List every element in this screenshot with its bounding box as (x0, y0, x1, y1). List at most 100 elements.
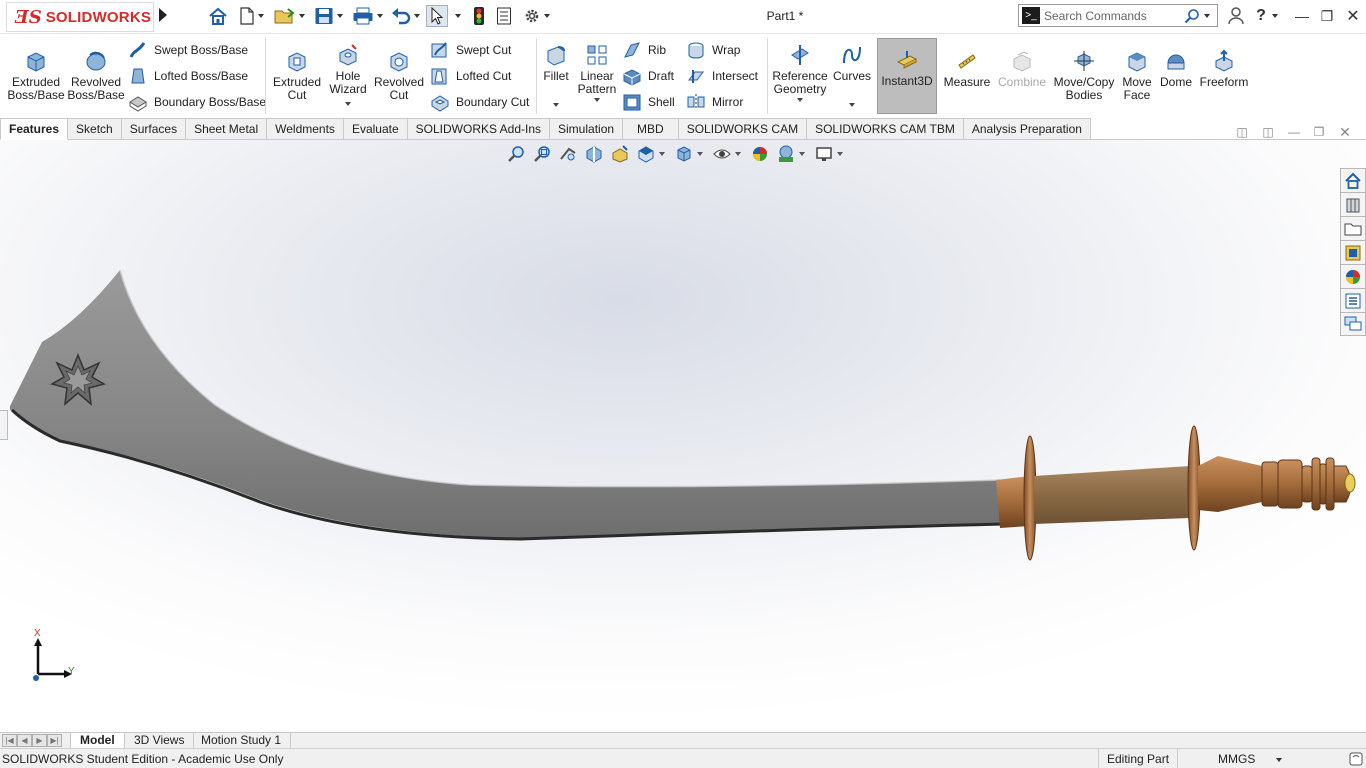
section-view-button[interactable] (583, 144, 605, 164)
tab-analysis-preparation[interactable]: Analysis Preparation (963, 118, 1091, 140)
display-style-button[interactable] (673, 144, 695, 164)
search-commands-box[interactable]: >_ (1018, 4, 1218, 27)
display-style-dropdown-icon[interactable] (697, 152, 703, 156)
view-palette-tab[interactable] (1340, 240, 1366, 264)
tab-model[interactable]: Model (70, 733, 125, 749)
edit-appearance-button[interactable] (749, 144, 771, 164)
apply-scene-button[interactable] (775, 144, 797, 164)
view-settings-dropdown-icon[interactable] (837, 152, 843, 156)
apply-scene-dropdown-icon[interactable] (799, 152, 805, 156)
wrap-button[interactable]: Wrap (686, 40, 740, 60)
home-button[interactable] (206, 5, 230, 27)
menu-expand-arrow-icon[interactable] (159, 8, 167, 22)
extruded-cut-button[interactable]: Extruded Cut (270, 48, 324, 102)
print-button[interactable] (349, 5, 385, 27)
boundary-cut-button[interactable]: Boundary Cut (430, 92, 529, 112)
tab-sketch[interactable]: Sketch (68, 118, 122, 140)
sword-model[interactable] (0, 140, 1366, 732)
view-orientation-dropdown-icon[interactable] (659, 152, 665, 156)
restore-window-button[interactable]: ❐ (1317, 6, 1337, 26)
search-commands-input[interactable] (1044, 8, 1184, 23)
measure-button[interactable]: Measure (942, 48, 992, 89)
new-document-button[interactable] (234, 5, 268, 27)
reference-geometry-dropdown-icon[interactable] (797, 98, 803, 102)
linear-pattern-button[interactable]: Linear Pattern (576, 42, 618, 102)
tab-evaluate[interactable]: Evaluate (343, 118, 408, 140)
solidworks-forum-tab[interactable] (1340, 312, 1366, 336)
fillet-button[interactable]: Fillet (538, 42, 574, 107)
tab-motion-study-1[interactable]: Motion Study 1 (192, 733, 292, 749)
previous-tab-icon[interactable]: ◀ (17, 734, 32, 747)
extruded-boss-button[interactable]: Extruded Boss/Base (7, 48, 65, 102)
curves-dropdown-icon[interactable] (849, 103, 855, 107)
feature-manager-expand-handle[interactable] (0, 410, 8, 440)
revolved-boss-button[interactable]: Revolved Boss/Base (67, 48, 125, 102)
tab-sheet-metal[interactable]: Sheet Metal (186, 118, 268, 140)
view-orientation-button[interactable] (635, 144, 657, 164)
appearances-scenes-tab[interactable] (1340, 264, 1366, 288)
swept-boss-button[interactable]: Swept Boss/Base (128, 40, 248, 60)
quick-tips-button[interactable] (1348, 751, 1364, 767)
open-button[interactable] (271, 5, 307, 27)
tile-left-icon[interactable]: ◫ (1234, 124, 1250, 140)
close-window-button[interactable]: ✕ (1343, 6, 1363, 26)
minimize-window-button[interactable]: — (1292, 6, 1312, 26)
swept-cut-button[interactable]: Swept Cut (430, 40, 511, 60)
design-library-tab[interactable] (1340, 192, 1366, 216)
options-button[interactable] (518, 5, 554, 27)
document-close-icon[interactable]: ✕ (1337, 124, 1353, 140)
curves-button[interactable]: Curves (832, 42, 872, 107)
solidworks-logo[interactable]: ƎS SOLIDWORKS (6, 2, 154, 32)
undo-button[interactable] (387, 5, 423, 27)
first-tab-icon[interactable]: |◀ (2, 734, 17, 747)
lofted-boss-button[interactable]: Lofted Boss/Base (128, 66, 248, 86)
shell-button[interactable]: Shell (622, 92, 675, 112)
reference-geometry-button[interactable]: Reference Geometry (770, 42, 830, 102)
tab-weldments[interactable]: Weldments (267, 118, 344, 140)
instant3d-button[interactable]: Instant3D (877, 38, 937, 114)
rebuild-button[interactable] (468, 5, 490, 27)
graphics-area[interactable]: X Y (0, 140, 1366, 732)
unit-system-selector[interactable]: MMGS (1218, 752, 1255, 766)
file-properties-button[interactable] (493, 5, 515, 27)
fillet-dropdown-icon[interactable] (553, 103, 559, 107)
view-settings-button[interactable] (813, 144, 835, 164)
user-button[interactable] (1226, 6, 1246, 26)
hide-show-items-button[interactable] (711, 144, 733, 164)
boundary-boss-button[interactable]: Boundary Boss/Base (128, 92, 266, 112)
zoom-to-area-button[interactable] (531, 144, 553, 164)
revolved-cut-button[interactable]: Revolved Cut (372, 48, 426, 102)
zoom-to-fit-button[interactable] (505, 144, 527, 164)
tab-solidworks-add-ins[interactable]: SOLIDWORKS Add-Ins (407, 118, 551, 140)
select-button[interactable] (426, 5, 448, 27)
tab-3d-views[interactable]: 3D Views (125, 733, 195, 749)
search-icon[interactable] (1184, 8, 1200, 24)
tab-simulation[interactable]: Simulation (550, 118, 624, 140)
tab-solidworks-cam[interactable]: SOLIDWORKS CAM (678, 118, 808, 140)
unit-system-dropdown-icon[interactable] (1276, 758, 1282, 762)
hide-show-dropdown-icon[interactable] (735, 152, 741, 156)
tab-solidworks-cam-tbm[interactable]: SOLIDWORKS CAM TBM (807, 118, 964, 140)
tile-right-icon[interactable]: ◫ (1260, 124, 1276, 140)
custom-properties-tab[interactable] (1340, 288, 1366, 312)
document-minimize-icon[interactable]: — (1286, 124, 1302, 140)
mirror-button[interactable]: Mirror (686, 92, 743, 112)
lofted-cut-button[interactable]: Lofted Cut (430, 66, 511, 86)
document-restore-icon[interactable]: ❐ (1311, 124, 1327, 140)
move-face-button[interactable]: Move Face (1118, 48, 1156, 102)
freeform-button[interactable]: Freeform (1198, 48, 1250, 89)
dome-button[interactable]: Dome (1158, 48, 1194, 89)
next-tab-icon[interactable]: ▶ (32, 734, 47, 747)
intersect-button[interactable]: Intersect (686, 66, 758, 86)
tab-features[interactable]: Features (0, 118, 69, 140)
save-button[interactable] (310, 5, 346, 27)
draft-button[interactable]: Draft (622, 66, 674, 86)
linear-pattern-dropdown-icon[interactable] (594, 98, 600, 102)
dynamic-annotation-views-button[interactable] (609, 144, 631, 164)
hole-wizard-dropdown-icon[interactable] (345, 102, 351, 106)
file-explorer-tab[interactable] (1340, 216, 1366, 240)
search-dropdown[interactable] (1204, 13, 1210, 18)
select-dropdown[interactable] (449, 5, 463, 27)
combine-button[interactable]: Combine (996, 48, 1048, 89)
hole-wizard-button[interactable]: Hole Wizard (326, 42, 370, 106)
